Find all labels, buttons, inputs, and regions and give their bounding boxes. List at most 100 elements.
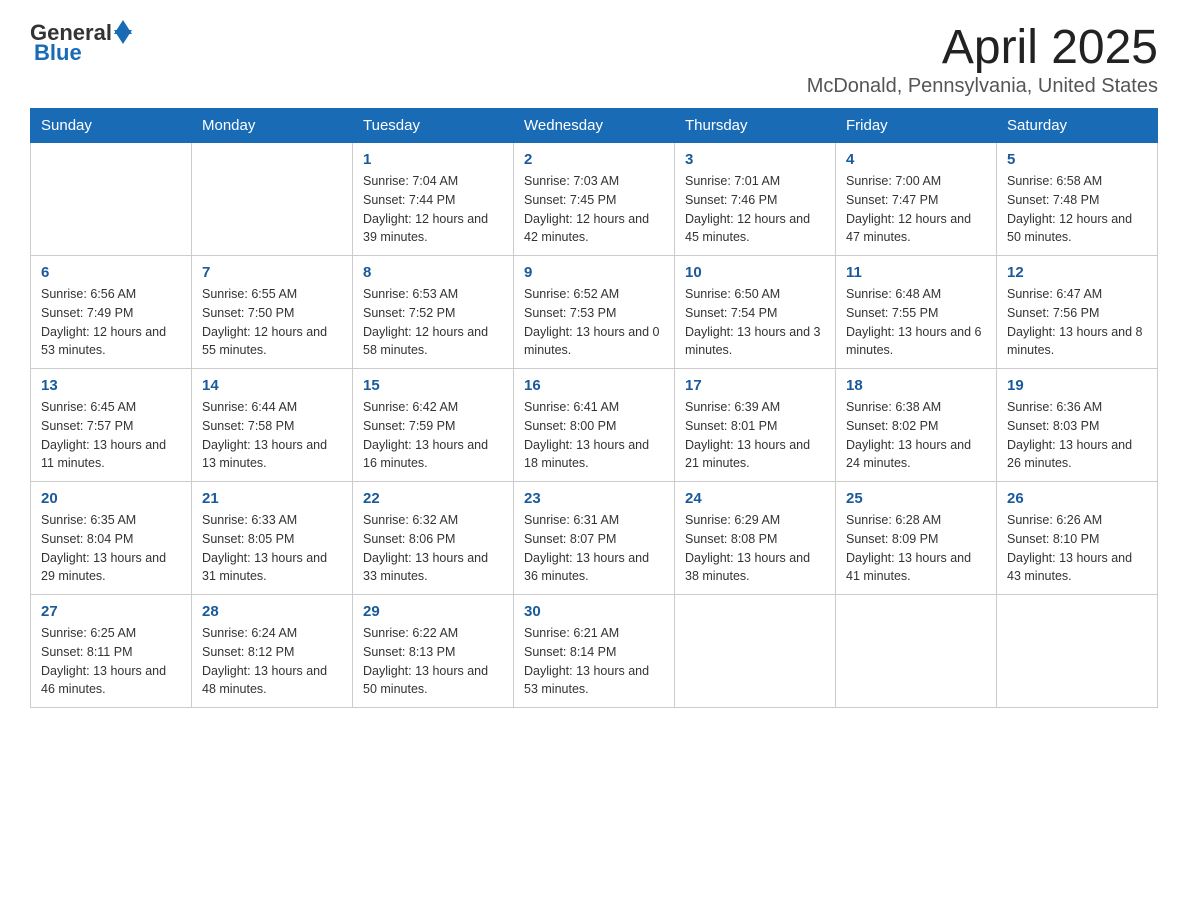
calendar-cell: 17 Sunrise: 6:39 AMSunset: 8:01 PMDayligh… — [675, 369, 836, 482]
calendar-cell: 4 Sunrise: 7:00 AMSunset: 7:47 PMDaylight… — [836, 143, 997, 256]
calendar-cell: 6 Sunrise: 6:56 AMSunset: 7:49 PMDaylight… — [31, 256, 192, 369]
logo: General Blue — [30, 20, 132, 66]
day-number: 6 — [41, 264, 181, 281]
day-info: Sunrise: 6:22 AMSunset: 8:13 PMDaylight:… — [363, 624, 503, 699]
day-info: Sunrise: 6:56 AMSunset: 7:49 PMDaylight:… — [41, 285, 181, 360]
calendar-week-row: 1 Sunrise: 7:04 AMSunset: 7:44 PMDaylight… — [31, 143, 1158, 256]
day-number: 17 — [685, 377, 825, 394]
day-number: 12 — [1007, 264, 1147, 281]
calendar-cell: 14 Sunrise: 6:44 AMSunset: 7:58 PMDayligh… — [192, 369, 353, 482]
day-number: 2 — [524, 151, 664, 168]
weekday-header-sunday: Sunday — [31, 109, 192, 143]
day-info: Sunrise: 6:33 AMSunset: 8:05 PMDaylight:… — [202, 511, 342, 586]
day-info: Sunrise: 6:36 AMSunset: 8:03 PMDaylight:… — [1007, 398, 1147, 473]
calendar-cell: 26Sunrise: 6:26 AMSunset: 8:10 PMDayligh… — [997, 482, 1158, 595]
day-info: Sunrise: 6:52 AMSunset: 7:53 PMDaylight:… — [524, 285, 664, 360]
day-info: Sunrise: 7:00 AMSunset: 7:47 PMDaylight:… — [846, 172, 986, 247]
calendar-cell: 11 Sunrise: 6:48 AMSunset: 7:55 PMDayligh… — [836, 256, 997, 369]
day-info: Sunrise: 6:48 AMSunset: 7:55 PMDaylight:… — [846, 285, 986, 360]
day-number: 21 — [202, 490, 342, 507]
day-number: 9 — [524, 264, 664, 281]
day-number: 11 — [846, 264, 986, 281]
calendar-table: SundayMondayTuesdayWednesdayThursdayFrid… — [30, 108, 1158, 708]
calendar-cell: 23 Sunrise: 6:31 AMSunset: 8:07 PMDayligh… — [514, 482, 675, 595]
day-number: 14 — [202, 377, 342, 394]
calendar-cell: 22 Sunrise: 6:32 AMSunset: 8:06 PMDayligh… — [353, 482, 514, 595]
calendar-cell: 30 Sunrise: 6:21 AMSunset: 8:14 PMDayligh… — [514, 595, 675, 708]
month-title: April 2025 — [807, 20, 1158, 75]
day-info: Sunrise: 6:39 AMSunset: 8:01 PMDaylight:… — [685, 398, 825, 473]
day-info: Sunrise: 6:31 AMSunset: 8:07 PMDaylight:… — [524, 511, 664, 586]
day-info: Sunrise: 6:53 AMSunset: 7:52 PMDaylight:… — [363, 285, 503, 360]
day-number: 15 — [363, 377, 503, 394]
title-area: April 2025 McDonald, Pennsylvania, Unite… — [807, 20, 1158, 98]
day-number: 3 — [685, 151, 825, 168]
calendar-week-row: 13 Sunrise: 6:45 AMSunset: 7:57 PMDayligh… — [31, 369, 1158, 482]
calendar-cell: 19 Sunrise: 6:36 AMSunset: 8:03 PMDayligh… — [997, 369, 1158, 482]
day-number: 22 — [363, 490, 503, 507]
calendar-cell: 10Sunrise: 6:50 AMSunset: 7:54 PMDayligh… — [675, 256, 836, 369]
day-info: Sunrise: 6:25 AMSunset: 8:11 PMDaylight:… — [41, 624, 181, 699]
day-info: Sunrise: 6:55 AMSunset: 7:50 PMDaylight:… — [202, 285, 342, 360]
day-number: 19 — [1007, 377, 1147, 394]
day-number: 4 — [846, 151, 986, 168]
calendar-cell — [675, 595, 836, 708]
page-header: General Blue April 2025 McDonald, Pennsy… — [30, 20, 1158, 98]
day-info: Sunrise: 6:29 AMSunset: 8:08 PMDaylight:… — [685, 511, 825, 586]
calendar-week-row: 6 Sunrise: 6:56 AMSunset: 7:49 PMDaylight… — [31, 256, 1158, 369]
calendar-cell: 27 Sunrise: 6:25 AMSunset: 8:11 PMDayligh… — [31, 595, 192, 708]
day-info: Sunrise: 7:04 AMSunset: 7:44 PMDaylight:… — [363, 172, 503, 247]
calendar-cell: 20 Sunrise: 6:35 AMSunset: 8:04 PMDayligh… — [31, 482, 192, 595]
day-info: Sunrise: 6:47 AMSunset: 7:56 PMDaylight:… — [1007, 285, 1147, 360]
calendar-cell: 2 Sunrise: 7:03 AMSunset: 7:45 PMDaylight… — [514, 143, 675, 256]
day-info: Sunrise: 6:38 AMSunset: 8:02 PMDaylight:… — [846, 398, 986, 473]
calendar-week-row: 20 Sunrise: 6:35 AMSunset: 8:04 PMDayligh… — [31, 482, 1158, 595]
calendar-cell: 7 Sunrise: 6:55 AMSunset: 7:50 PMDaylight… — [192, 256, 353, 369]
calendar-cell — [997, 595, 1158, 708]
day-info: Sunrise: 6:26 AMSunset: 8:10 PMDaylight:… — [1007, 511, 1147, 586]
calendar-cell: 13 Sunrise: 6:45 AMSunset: 7:57 PMDayligh… — [31, 369, 192, 482]
day-number: 20 — [41, 490, 181, 507]
day-number: 18 — [846, 377, 986, 394]
day-number: 16 — [524, 377, 664, 394]
day-number: 23 — [524, 490, 664, 507]
day-info: Sunrise: 6:50 AMSunset: 7:54 PMDaylight:… — [685, 285, 825, 360]
weekday-header-thursday: Thursday — [675, 109, 836, 143]
calendar-cell — [31, 143, 192, 256]
day-number: 5 — [1007, 151, 1147, 168]
day-info: Sunrise: 6:44 AMSunset: 7:58 PMDaylight:… — [202, 398, 342, 473]
day-info: Sunrise: 6:42 AMSunset: 7:59 PMDaylight:… — [363, 398, 503, 473]
day-number: 25 — [846, 490, 986, 507]
weekday-header-friday: Friday — [836, 109, 997, 143]
weekday-header-wednesday: Wednesday — [514, 109, 675, 143]
day-number: 1 — [363, 151, 503, 168]
calendar-cell: 29 Sunrise: 6:22 AMSunset: 8:13 PMDayligh… — [353, 595, 514, 708]
day-info: Sunrise: 6:24 AMSunset: 8:12 PMDaylight:… — [202, 624, 342, 699]
day-info: Sunrise: 6:35 AMSunset: 8:04 PMDaylight:… — [41, 511, 181, 586]
calendar-week-row: 27 Sunrise: 6:25 AMSunset: 8:11 PMDayligh… — [31, 595, 1158, 708]
calendar-cell: 8 Sunrise: 6:53 AMSunset: 7:52 PMDaylight… — [353, 256, 514, 369]
calendar-header-row: SundayMondayTuesdayWednesdayThursdayFrid… — [31, 109, 1158, 143]
day-info: Sunrise: 7:03 AMSunset: 7:45 PMDaylight:… — [524, 172, 664, 247]
location-title: McDonald, Pennsylvania, United States — [807, 75, 1158, 98]
day-number: 13 — [41, 377, 181, 394]
day-number: 28 — [202, 603, 342, 620]
calendar-cell: 21 Sunrise: 6:33 AMSunset: 8:05 PMDayligh… — [192, 482, 353, 595]
calendar-cell: 15 Sunrise: 6:42 AMSunset: 7:59 PMDayligh… — [353, 369, 514, 482]
day-number: 29 — [363, 603, 503, 620]
calendar-cell: 28 Sunrise: 6:24 AMSunset: 8:12 PMDayligh… — [192, 595, 353, 708]
calendar-cell: 24Sunrise: 6:29 AMSunset: 8:08 PMDayligh… — [675, 482, 836, 595]
day-info: Sunrise: 6:32 AMSunset: 8:06 PMDaylight:… — [363, 511, 503, 586]
day-info: Sunrise: 6:41 AMSunset: 8:00 PMDaylight:… — [524, 398, 664, 473]
logo-blue-text: Blue — [34, 40, 82, 66]
day-info: Sunrise: 6:21 AMSunset: 8:14 PMDaylight:… — [524, 624, 664, 699]
calendar-cell — [192, 143, 353, 256]
day-number: 27 — [41, 603, 181, 620]
day-info: Sunrise: 6:45 AMSunset: 7:57 PMDaylight:… — [41, 398, 181, 473]
day-number: 30 — [524, 603, 664, 620]
day-number: 7 — [202, 264, 342, 281]
weekday-header-saturday: Saturday — [997, 109, 1158, 143]
day-number: 8 — [363, 264, 503, 281]
calendar-cell: 12 Sunrise: 6:47 AMSunset: 7:56 PMDayligh… — [997, 256, 1158, 369]
calendar-cell: 25Sunrise: 6:28 AMSunset: 8:09 PMDayligh… — [836, 482, 997, 595]
